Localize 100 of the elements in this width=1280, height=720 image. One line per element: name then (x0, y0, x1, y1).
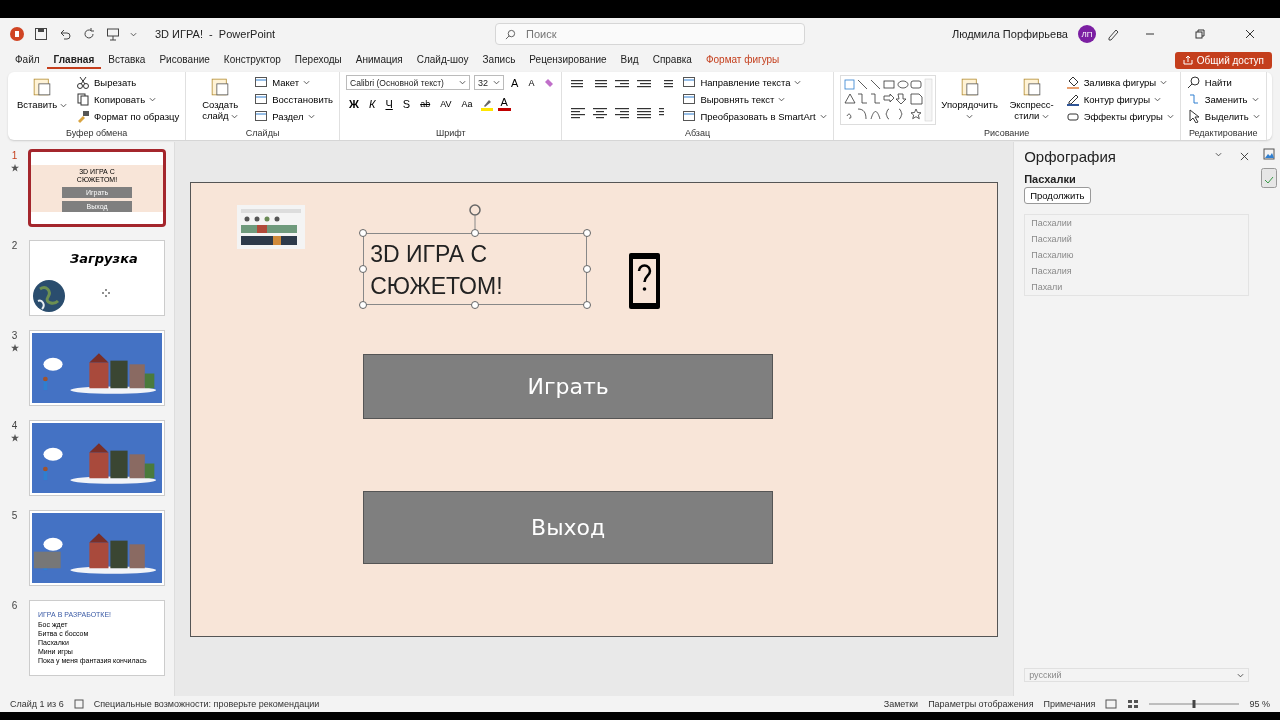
sorter-view-icon[interactable] (1127, 699, 1140, 709)
ribbon-tab[interactable]: Анимация (348, 51, 410, 69)
ribbon-button[interactable]: Вставить (14, 75, 70, 128)
ribbon-button[interactable]: Копировать (76, 92, 180, 106)
ribbon-button[interactable]: Эффекты фигуры (1065, 109, 1174, 123)
copy-icon (76, 92, 90, 106)
ribbon-tab[interactable]: Вставка (101, 51, 153, 69)
resize-handle[interactable] (359, 229, 368, 237)
normal-view-icon[interactable] (1105, 699, 1118, 709)
ribbon-button[interactable]: Выровнять текст (682, 92, 827, 106)
close-icon[interactable] (1245, 29, 1255, 39)
ribbon-tab[interactable]: Переходы (287, 51, 349, 69)
ribbon-button[interactable]: Макет (254, 75, 334, 89)
layout-icon (254, 92, 269, 106)
layout-icon (254, 109, 269, 123)
comments-button[interactable]: Примечания (1043, 699, 1096, 709)
caret-icon (819, 113, 827, 119)
grow-font-button[interactable]: A (508, 76, 522, 89)
caret-icon (231, 114, 239, 119)
share-button[interactable]: Общий доступ (1174, 51, 1272, 69)
ribbon-tab[interactable]: Главная (46, 51, 102, 69)
font-color-button[interactable]: A (497, 96, 511, 111)
ribbon-button[interactable]: Преобразовать в SmartArt (682, 109, 827, 123)
resize-handle[interactable] (471, 229, 480, 237)
ribbon-tab[interactable]: Формат фигуры (698, 51, 787, 69)
ribbon-tab[interactable]: Справка (645, 51, 699, 69)
shapes-icon (1020, 76, 1043, 98)
ribbon-tab[interactable]: Вид (613, 51, 646, 69)
spinner-icon (102, 289, 110, 297)
format-button[interactable]: К (366, 97, 379, 110)
ribbon-tab[interactable]: Слайд-шоу (409, 51, 476, 69)
ribbon-button[interactable]: Контур фигуры (1065, 92, 1174, 106)
display-settings-button[interactable]: Параметры отображения (928, 699, 1034, 709)
ribbon-button[interactable]: Упорядочить (941, 75, 998, 128)
ribbon-button[interactable]: Формат по образцу (76, 109, 180, 123)
presentation-icon[interactable] (106, 27, 120, 41)
avatar[interactable]: ЛП (1078, 25, 1096, 43)
thumbnail-title: Загрузка (70, 251, 138, 266)
ribbon-tab[interactable]: Рисование (152, 51, 217, 69)
font-name-field[interactable]: Calibri (Основной текст) (346, 75, 471, 90)
format-button[interactable]: Ч (382, 97, 396, 110)
accessibility-status[interactable]: Специальные возможности: проверьте рекомендации (93, 699, 320, 709)
close-icon[interactable] (1239, 152, 1249, 161)
zoom-slider[interactable] (1149, 699, 1240, 709)
resize-handle[interactable] (359, 301, 368, 309)
ribbon-button[interactable]: Восстановить (254, 92, 334, 106)
caret-icon (493, 80, 501, 85)
redo-icon[interactable] (82, 27, 96, 41)
resize-handle[interactable] (583, 229, 592, 237)
caret-icon (1236, 672, 1244, 678)
ribbon-tab[interactable]: Конструктор (216, 51, 288, 69)
shapes-icon (958, 76, 981, 98)
notes-icon[interactable] (73, 699, 84, 709)
format-button[interactable]: AV (437, 98, 455, 109)
ribbon-button[interactable]: Раздел (254, 109, 334, 123)
paint-bucket-icon (1065, 75, 1080, 89)
slide-number: 1 (11, 150, 18, 161)
ribbon-button[interactable]: Направление текста (682, 75, 827, 89)
search-icon (505, 29, 516, 40)
format-button[interactable]: S (399, 97, 414, 110)
caret-icon (778, 96, 786, 102)
resize-handle[interactable] (359, 265, 368, 273)
slide-number: 2 (11, 240, 18, 251)
font-size-field[interactable]: 32 (474, 75, 505, 90)
notes-button[interactable]: Заметки (883, 699, 919, 709)
ribbon-button[interactable]: Заменить (1186, 92, 1260, 106)
pen-icon[interactable] (1106, 27, 1120, 41)
format-button[interactable]: ab (417, 98, 434, 109)
continue-button[interactable]: Продолжить (1024, 187, 1091, 204)
ribbon-button[interactable]: Найти (1186, 75, 1260, 89)
search-field[interactable]: Поиск (495, 23, 805, 45)
spelling-icon[interactable] (1261, 168, 1278, 188)
resize-handle[interactable] (583, 301, 592, 309)
ribbon-button[interactable]: Вырезать (76, 75, 180, 89)
ribbon-tab[interactable]: Запись (475, 51, 523, 69)
undo-icon[interactable] (58, 27, 72, 41)
ribbon-button[interactable]: Создать слайд (192, 75, 249, 128)
resize-handle[interactable] (471, 301, 480, 309)
slider-thumb[interactable] (1193, 700, 1196, 708)
format-button[interactable]: Aa (458, 98, 476, 109)
format-button[interactable]: Ж (346, 97, 362, 110)
caret-icon (1214, 152, 1222, 157)
ribbon-button[interactable]: Выделить (1186, 109, 1260, 123)
ribbon-tab[interactable]: Файл (8, 51, 47, 69)
caret-icon (1042, 114, 1050, 119)
slide-thumbnail[interactable]: Загрузка (29, 240, 165, 316)
caret-icon (794, 79, 802, 85)
shapes-gallery[interactable] (839, 75, 936, 125)
shrink-font-button[interactable]: A (525, 77, 538, 88)
slide-icon (209, 76, 232, 98)
save-icon[interactable] (34, 27, 48, 41)
ribbon-button[interactable]: Экспресс-стили (1003, 75, 1060, 128)
restore-icon[interactable] (1195, 29, 1205, 39)
caret-icon (1252, 113, 1260, 119)
slide-number: 5 (11, 510, 18, 521)
zoom-level[interactable]: 95 % (1249, 699, 1270, 709)
resize-handle[interactable] (583, 265, 592, 273)
image-icon[interactable] (1263, 148, 1276, 160)
ribbon-tab[interactable]: Рецензирование (522, 51, 614, 69)
ribbon-button[interactable]: Заливка фигуры (1065, 75, 1174, 89)
